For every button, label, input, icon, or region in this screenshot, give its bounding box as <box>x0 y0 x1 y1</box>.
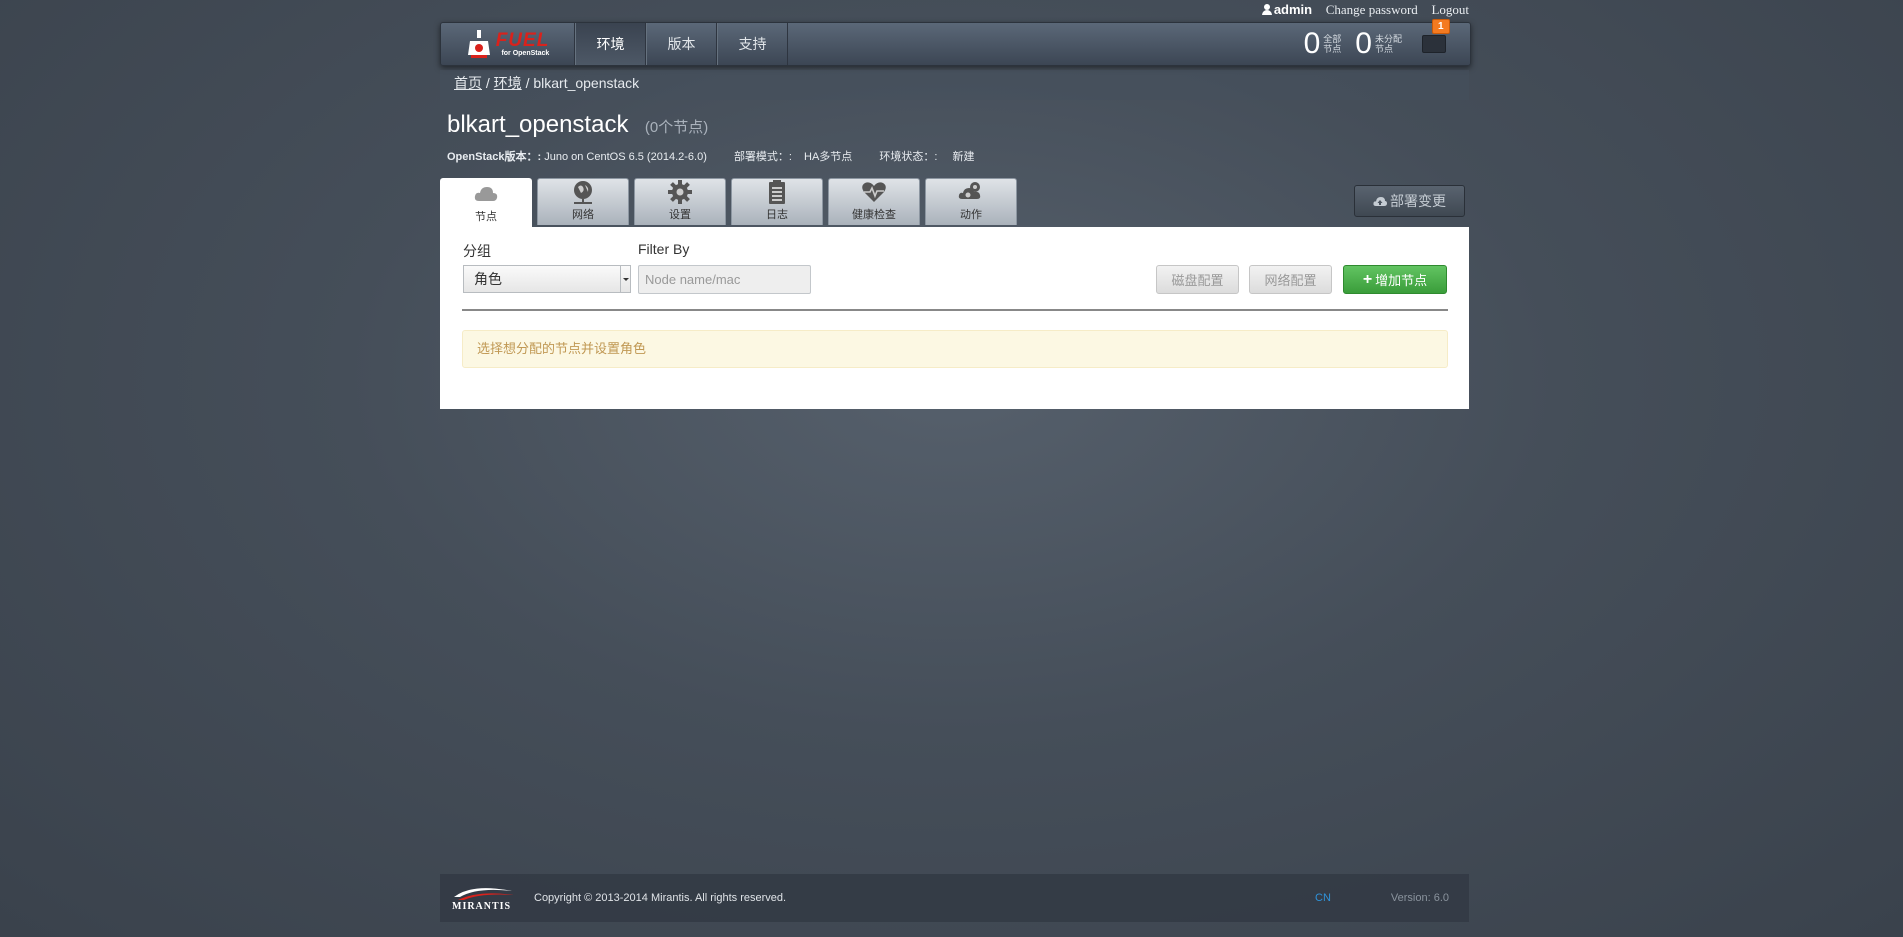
mirantis-logo-text: MIRANTIS <box>452 900 512 912</box>
logout-link[interactable]: Logout <box>1431 0 1469 20</box>
heart-icon <box>862 182 886 202</box>
mirantis-logo[interactable]: MIRANTIS <box>440 885 532 912</box>
top-navbar: FUEL for OpenStack 环境 版本 支持 0 全部 节点 0 未分… <box>440 19 1471 66</box>
cluster-tabs: 节点 网络 设置 日志 健康检查 动作 <box>440 178 1469 227</box>
user-bar: admin Change password Logout <box>440 0 1469 20</box>
total-nodes-count: 0 <box>1303 27 1321 60</box>
group-by-value: 角色 <box>474 271 502 287</box>
current-user[interactable]: admin <box>1261 0 1313 20</box>
change-password-link[interactable]: Change password <box>1326 0 1418 20</box>
tab-nodes-label: 节点 <box>475 211 497 223</box>
network-config-button[interactable]: 网络配置 <box>1249 265 1332 294</box>
cluster-name: blkart_openstack <box>447 111 629 138</box>
fuel-logo-icon <box>467 30 490 58</box>
deploy-changes-label: 部署变更 <box>1390 193 1446 209</box>
tab-health-check[interactable]: 健康检查 <box>828 178 920 225</box>
disk-config-button[interactable]: 磁盘配置 <box>1156 265 1239 294</box>
deploy-changes-button[interactable]: 部署变更 <box>1354 185 1465 217</box>
deploy-mode-value: HA多节点 <box>804 151 853 163</box>
total-nodes-label-1: 全部 <box>1323 34 1342 44</box>
copyright: Copyright © 2013-2014 Mirantis. All righ… <box>534 892 787 904</box>
add-nodes-button[interactable]: + 增加节点 <box>1343 265 1447 294</box>
total-nodes-label-2: 节点 <box>1323 44 1342 54</box>
tab-settings-label: 设置 <box>669 209 691 221</box>
logo-subtitle: for OpenStack <box>501 50 550 57</box>
tab-network[interactable]: 网络 <box>537 178 629 225</box>
unallocated-nodes-stat[interactable]: 0 未分配 节点 <box>1355 23 1402 65</box>
breadcrumb-separator: / <box>525 75 530 91</box>
language-switcher[interactable]: CN <box>1315 892 1331 904</box>
tab-actions[interactable]: 动作 <box>925 178 1017 225</box>
divider <box>462 309 1448 311</box>
breadcrumb-home[interactable]: 首页 <box>454 75 482 91</box>
user-icon <box>1261 4 1272 15</box>
add-nodes-label: 增加节点 <box>1375 273 1428 288</box>
username: admin <box>1273 2 1313 17</box>
openstack-release-label: OpenStack版本：: <box>447 151 542 163</box>
version: Version: 6.0 <box>1390 892 1449 904</box>
cluster-status-label: 环境状态：: <box>879 151 938 163</box>
node-filter-input[interactable] <box>638 265 811 294</box>
cluster-meta: OpenStack版本：: Juno on CentOS 6.5 (2014.2… <box>447 148 1347 164</box>
notification-badge: 1 <box>1432 19 1450 34</box>
notification-icon <box>1422 35 1446 53</box>
gear-icon <box>668 180 692 204</box>
breadcrumb-current: blkart_openstack <box>533 75 640 91</box>
tab-network-label: 网络 <box>572 209 594 221</box>
breadcrumb: 首页 / 环境 / blkart_openstack <box>440 70 1469 100</box>
unallocated-nodes-label-2: 节点 <box>1374 44 1393 54</box>
group-by-select[interactable]: 角色 <box>463 265 631 293</box>
filter-by-label: Filter By <box>638 241 690 257</box>
cloud-icon <box>474 187 498 201</box>
tab-logs-label: 日志 <box>766 209 788 221</box>
tab-logs[interactable]: 日志 <box>731 178 823 225</box>
cloud-upload-icon <box>1373 197 1387 206</box>
notifications-button[interactable]: 1 <box>1422 19 1450 65</box>
nodes-panel: 分组 角色 Filter By 磁盘配置 网络配置 + 增加节点 选择想分配的节… <box>440 227 1469 409</box>
breadcrumb-environments[interactable]: 环境 <box>494 75 522 91</box>
nav-environments[interactable]: 环境 <box>575 23 646 65</box>
tab-actions-label: 动作 <box>960 209 982 221</box>
nav-support[interactable]: 支持 <box>717 23 788 65</box>
cluster-header: blkart_openstack (0个节点) <box>447 111 1247 139</box>
unallocated-nodes-count: 0 <box>1355 27 1372 60</box>
chevron-down-icon <box>620 266 630 292</box>
deploy-mode-label: 部署模式：: <box>733 151 792 163</box>
openstack-release-value: Juno on CentOS 6.5 (2014.2-6.0) <box>544 151 707 163</box>
network-icon <box>574 181 592 204</box>
gears-icon <box>958 182 981 199</box>
tab-nodes[interactable]: 节点 <box>440 178 532 227</box>
cluster-status-value: 新建 <box>952 151 975 163</box>
group-by-label: 分组 <box>463 243 491 259</box>
tab-health-check-label: 健康检查 <box>852 209 896 221</box>
nav-releases[interactable]: 版本 <box>646 23 717 65</box>
footer: MIRANTIS Copyright © 2013-2014 Mirantis.… <box>440 874 1469 922</box>
plus-icon: + <box>1362 270 1373 288</box>
tab-settings[interactable]: 设置 <box>634 178 726 225</box>
breadcrumb-separator: / <box>485 75 490 91</box>
logo-title: FUEL <box>495 30 550 51</box>
mirantis-logo-icon <box>454 887 514 900</box>
fuel-logo[interactable]: FUEL for OpenStack <box>441 23 575 65</box>
clipboard-icon <box>769 180 785 204</box>
cluster-nodes-count: (0个节点) <box>644 119 709 136</box>
info-alert: 选择想分配的节点并设置角色 <box>462 330 1448 368</box>
unallocated-nodes-label-1: 未分配 <box>1374 34 1402 44</box>
total-nodes-stat[interactable]: 0 全部 节点 <box>1304 23 1342 65</box>
